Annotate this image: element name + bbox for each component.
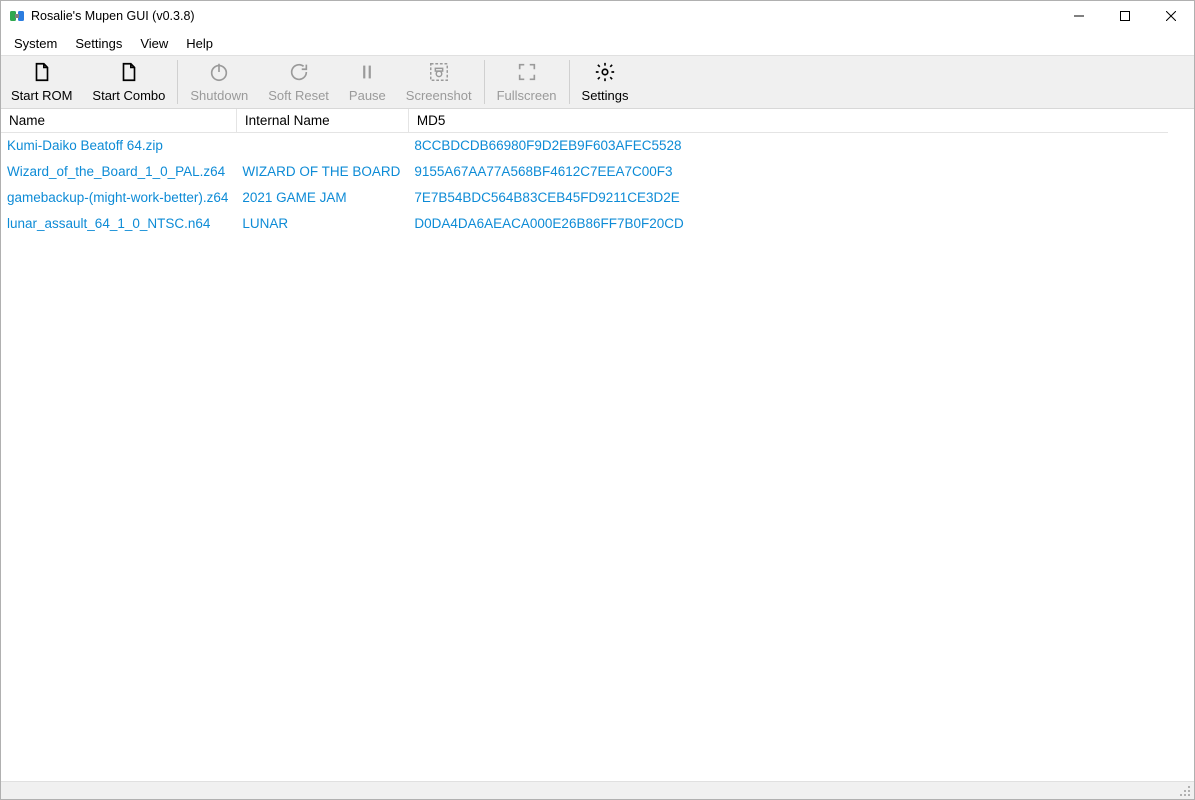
gear-icon: [594, 61, 616, 86]
menu-help[interactable]: Help: [177, 33, 222, 54]
toolbar: Start ROM Start Combo Shutdown S: [1, 55, 1194, 109]
file-icon: [31, 61, 53, 86]
power-icon: [208, 61, 230, 86]
column-header-md5[interactable]: MD5: [408, 109, 1168, 133]
settings-button[interactable]: Settings: [572, 56, 639, 108]
pause-icon: [356, 61, 378, 86]
pause-button: Pause: [339, 56, 396, 108]
resize-grip-icon[interactable]: [1178, 784, 1192, 798]
soft-reset-label: Soft Reset: [268, 88, 329, 103]
screenshot-label: Screenshot: [406, 88, 472, 103]
cell-md5: 7E7B54BDC564B83CEB45FD9211CE3D2E: [408, 185, 1168, 211]
cell-md5: 9155A67AA77A568BF4612C7EEA7C00F3: [408, 159, 1168, 185]
settings-label: Settings: [582, 88, 629, 103]
close-button[interactable]: [1148, 1, 1194, 31]
shutdown-button: Shutdown: [180, 56, 258, 108]
toolbar-separator: [569, 60, 570, 104]
table-row[interactable]: gamebackup-(might-work-better).z642021 G…: [1, 185, 1168, 211]
table-row[interactable]: Kumi-Daiko Beatoff 64.zip 8CCBDCDB66980F9…: [1, 133, 1168, 159]
pause-label: Pause: [349, 88, 386, 103]
cell-internal_name: 2021 GAME JAM: [236, 185, 408, 211]
menu-settings[interactable]: Settings: [66, 33, 131, 54]
rom-list[interactable]: Name Internal Name MD5 Kumi-Daiko Beatof…: [1, 109, 1194, 781]
fullscreen-label: Fullscreen: [497, 88, 557, 103]
titlebar: Rosalie's Mupen GUI (v0.3.8): [1, 1, 1194, 31]
column-header-name[interactable]: Name: [1, 109, 236, 133]
toolbar-separator: [177, 60, 178, 104]
cell-md5: D0DA4DA6AEACA000E26B86FF7B0F20CD: [408, 211, 1168, 237]
cell-internal_name: LUNAR: [236, 211, 408, 237]
table-row[interactable]: lunar_assault_64_1_0_NTSC.n64LUNARD0DA4D…: [1, 211, 1168, 237]
menu-view[interactable]: View: [131, 33, 177, 54]
cell-internal_name: WIZARD OF THE BOARD: [236, 159, 408, 185]
cell-name: gamebackup-(might-work-better).z64: [1, 185, 236, 211]
cell-md5: 8CCBDCDB66980F9D2EB9F603AFEC5528: [408, 133, 1168, 159]
menu-system[interactable]: System: [5, 33, 66, 54]
toolbar-separator: [484, 60, 485, 104]
window-title: Rosalie's Mupen GUI (v0.3.8): [31, 9, 195, 23]
menubar: System Settings View Help: [1, 31, 1194, 55]
rom-table: Name Internal Name MD5 Kumi-Daiko Beatof…: [1, 109, 1168, 237]
column-header-internal-name[interactable]: Internal Name: [236, 109, 408, 133]
start-rom-button[interactable]: Start ROM: [1, 56, 82, 108]
app-icon: [9, 8, 25, 24]
maximize-button[interactable]: [1102, 1, 1148, 31]
start-rom-label: Start ROM: [11, 88, 72, 103]
camera-dashed-icon: [428, 61, 450, 86]
table-header-row: Name Internal Name MD5: [1, 109, 1168, 133]
fullscreen-button: Fullscreen: [487, 56, 567, 108]
cell-name: lunar_assault_64_1_0_NTSC.n64: [1, 211, 236, 237]
cell-internal_name: [236, 133, 408, 159]
cell-name: Kumi-Daiko Beatoff 64.zip: [1, 133, 236, 159]
screenshot-button: Screenshot: [396, 56, 482, 108]
minimize-button[interactable]: [1056, 1, 1102, 31]
start-combo-label: Start Combo: [92, 88, 165, 103]
start-combo-button[interactable]: Start Combo: [82, 56, 175, 108]
app-window: Rosalie's Mupen GUI (v0.3.8) System Sett…: [0, 0, 1195, 800]
shutdown-label: Shutdown: [190, 88, 248, 103]
cell-name: Wizard_of_the_Board_1_0_PAL.z64: [1, 159, 236, 185]
fullscreen-icon: [516, 61, 538, 86]
table-row[interactable]: Wizard_of_the_Board_1_0_PAL.z64WIZARD OF…: [1, 159, 1168, 185]
statusbar: [1, 781, 1194, 799]
soft-reset-button: Soft Reset: [258, 56, 339, 108]
refresh-icon: [288, 61, 310, 86]
file-icon: [118, 61, 140, 86]
